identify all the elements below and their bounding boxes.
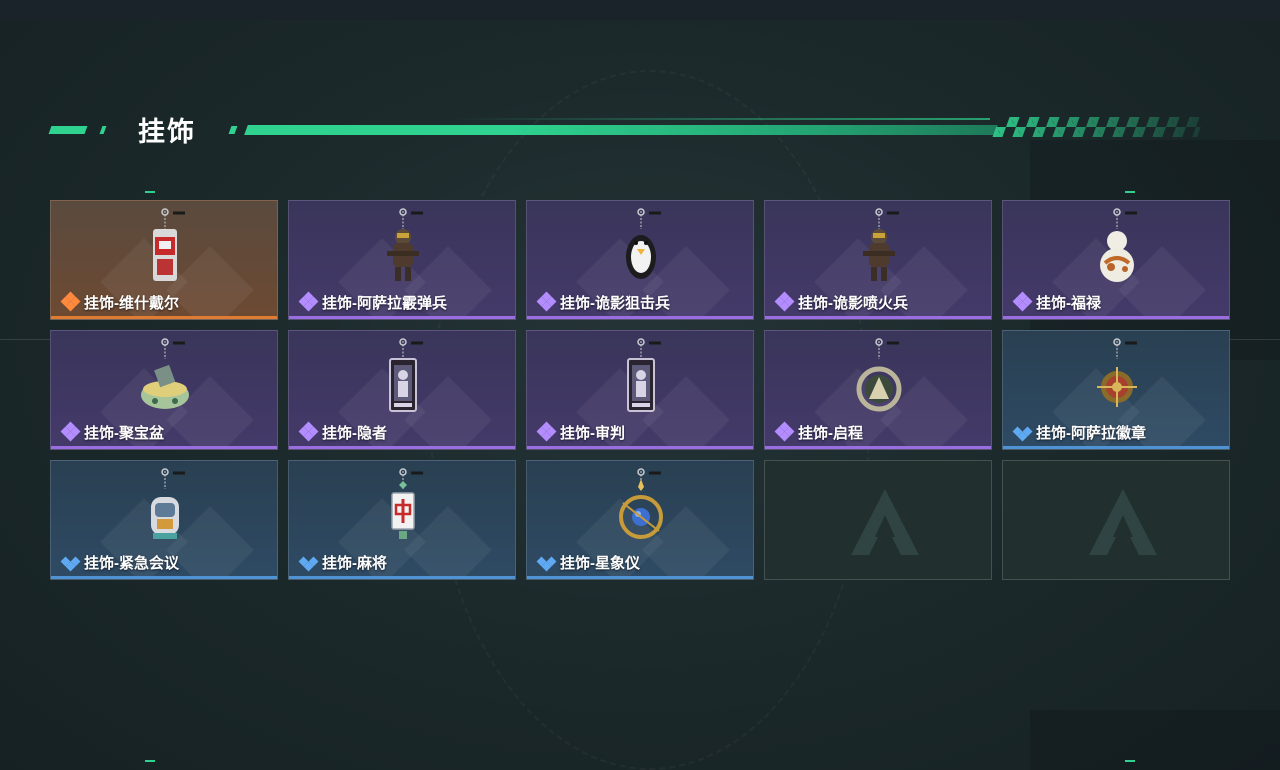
charm-card[interactable]: 挂饰-隐者 xyxy=(288,330,516,450)
soldier-charm-icon xyxy=(849,207,909,289)
charm-name: 挂饰-麻将 xyxy=(322,554,387,572)
rarity-diamond-icon xyxy=(298,552,319,572)
side-line-right xyxy=(1230,339,1280,340)
charm-name: 挂饰-审判 xyxy=(560,424,625,442)
badge-charm-icon xyxy=(1087,337,1147,419)
charm-name: 挂饰-启程 xyxy=(798,424,863,442)
charm-grid: 挂饰-维什戴尔 挂饰-阿萨拉霰弹兵 挂饰-诡影狙击兵 挂饰-诡影喷火兵 挂饰-福禄挂饰-… xyxy=(50,200,1230,580)
charm-name: 挂饰-阿萨拉徽章 xyxy=(1036,424,1146,442)
header-accent-bar xyxy=(228,126,238,134)
rarity-diamond-icon xyxy=(60,291,81,312)
card-label-row: 挂饰-维什戴尔 xyxy=(60,291,179,312)
rarity-diamond-icon xyxy=(60,552,81,572)
card-label-row: 挂饰-阿萨拉霰弹兵 xyxy=(298,291,447,312)
charm-name: 挂饰-紧急会议 xyxy=(84,554,179,572)
card-label-row: 挂饰-聚宝盆 xyxy=(60,421,164,442)
charm-card[interactable]: 挂饰-麻将 xyxy=(288,460,516,580)
game-logo-icon xyxy=(1089,489,1157,555)
rarity-diamond-icon xyxy=(298,291,319,312)
card-label-row: 挂饰-审判 xyxy=(536,421,625,442)
rarity-bar xyxy=(765,316,991,319)
charm-card[interactable]: 挂饰-诡影狙击兵 xyxy=(526,200,754,320)
rarity-bar xyxy=(1003,316,1229,319)
header-accent-bar xyxy=(48,126,88,134)
charm-name: 挂饰-阿萨拉霰弹兵 xyxy=(322,294,447,312)
corner-tick xyxy=(145,191,155,193)
ring-emblem-charm-icon xyxy=(849,337,909,419)
header-accent-line xyxy=(244,125,998,135)
charm-card[interactable]: 挂饰-诡影喷火兵 xyxy=(764,200,992,320)
corner-tick xyxy=(1125,760,1135,762)
background-block xyxy=(1030,710,1280,770)
charm-name: 挂饰-维什戴尔 xyxy=(84,294,179,312)
rarity-bar xyxy=(51,576,277,579)
tarot-card-charm-icon xyxy=(373,337,433,419)
header-accent-bar xyxy=(99,126,107,134)
game-logo-icon xyxy=(851,489,919,555)
charm-card[interactable]: 挂饰-审判 xyxy=(526,330,754,450)
rarity-bar xyxy=(527,316,753,319)
card-label-row: 挂饰-隐者 xyxy=(298,421,387,442)
rarity-bar xyxy=(289,446,515,449)
charm-name: 挂饰-诡影喷火兵 xyxy=(798,294,908,312)
rarity-bar xyxy=(51,316,277,319)
rarity-bar xyxy=(765,446,991,449)
charm-name: 挂饰-聚宝盆 xyxy=(84,424,164,442)
rarity-diamond-icon xyxy=(774,421,795,442)
rarity-bar xyxy=(1003,446,1229,449)
rarity-diamond-icon xyxy=(536,421,557,442)
charm-card[interactable]: 挂饰-阿萨拉徽章 xyxy=(1002,330,1230,450)
corner-tick xyxy=(1125,191,1135,193)
astrolabe-charm-icon xyxy=(611,467,671,549)
gourd-charm-icon xyxy=(1087,207,1147,289)
card-label-row: 挂饰-诡影狙击兵 xyxy=(536,291,670,312)
top-strip xyxy=(0,0,1280,20)
empty-slot xyxy=(764,460,992,580)
charm-name: 挂饰-隐者 xyxy=(322,424,387,442)
rarity-bar xyxy=(289,316,515,319)
header-thin-line xyxy=(450,118,990,120)
rarity-diamond-icon xyxy=(536,552,557,572)
charm-name: 挂饰-福禄 xyxy=(1036,294,1101,312)
card-label-row: 挂饰-启程 xyxy=(774,421,863,442)
rarity-diamond-icon xyxy=(298,421,319,442)
charm-card[interactable]: 挂饰-星象仪 xyxy=(526,460,754,580)
rarity-bar xyxy=(289,576,515,579)
robot-charm-icon xyxy=(135,467,195,549)
charm-name: 挂饰-星象仪 xyxy=(560,554,640,572)
penguin-charm-icon xyxy=(611,207,671,289)
empty-slot xyxy=(1002,460,1230,580)
card-label-row: 挂饰-诡影喷火兵 xyxy=(774,291,908,312)
card-label-row: 挂饰-阿萨拉徽章 xyxy=(1012,422,1146,442)
charm-name: 挂饰-诡影狙击兵 xyxy=(560,294,670,312)
rarity-diamond-icon xyxy=(1012,291,1033,312)
card-label-row: 挂饰-麻将 xyxy=(298,552,387,572)
treasure-bowl-charm-icon xyxy=(135,337,195,419)
mahjong-tile-charm-icon xyxy=(373,467,433,549)
card-label-row: 挂饰-星象仪 xyxy=(536,552,640,572)
soldier-charm-icon xyxy=(373,207,433,289)
section-header: 挂饰 xyxy=(48,108,1210,148)
card-label-row: 挂饰-福禄 xyxy=(1012,291,1101,312)
charm-card[interactable]: 挂饰-维什戴尔 xyxy=(50,200,278,320)
rarity-diamond-icon xyxy=(60,421,81,442)
charm-card[interactable]: 挂饰-聚宝盆 xyxy=(50,330,278,450)
rarity-bar xyxy=(527,446,753,449)
corner-tick xyxy=(145,760,155,762)
keychain-charm-icon xyxy=(135,207,195,289)
rarity-diamond-icon xyxy=(536,291,557,312)
charm-card[interactable]: 挂饰-紧急会议 xyxy=(50,460,278,580)
tarot-card-charm-icon xyxy=(611,337,671,419)
rarity-bar xyxy=(527,576,753,579)
side-line-left xyxy=(0,339,50,340)
rarity-diamond-icon xyxy=(1012,422,1033,442)
rarity-bar xyxy=(51,446,277,449)
charm-card[interactable]: 挂饰-福禄 xyxy=(1002,200,1230,320)
rarity-diamond-icon xyxy=(774,291,795,312)
header-checker-pattern xyxy=(992,117,1205,137)
charm-card[interactable]: 挂饰-阿萨拉霰弹兵 xyxy=(288,200,516,320)
charm-card[interactable]: 挂饰-启程 xyxy=(764,330,992,450)
section-title: 挂饰 xyxy=(138,117,196,147)
card-label-row: 挂饰-紧急会议 xyxy=(60,552,179,572)
